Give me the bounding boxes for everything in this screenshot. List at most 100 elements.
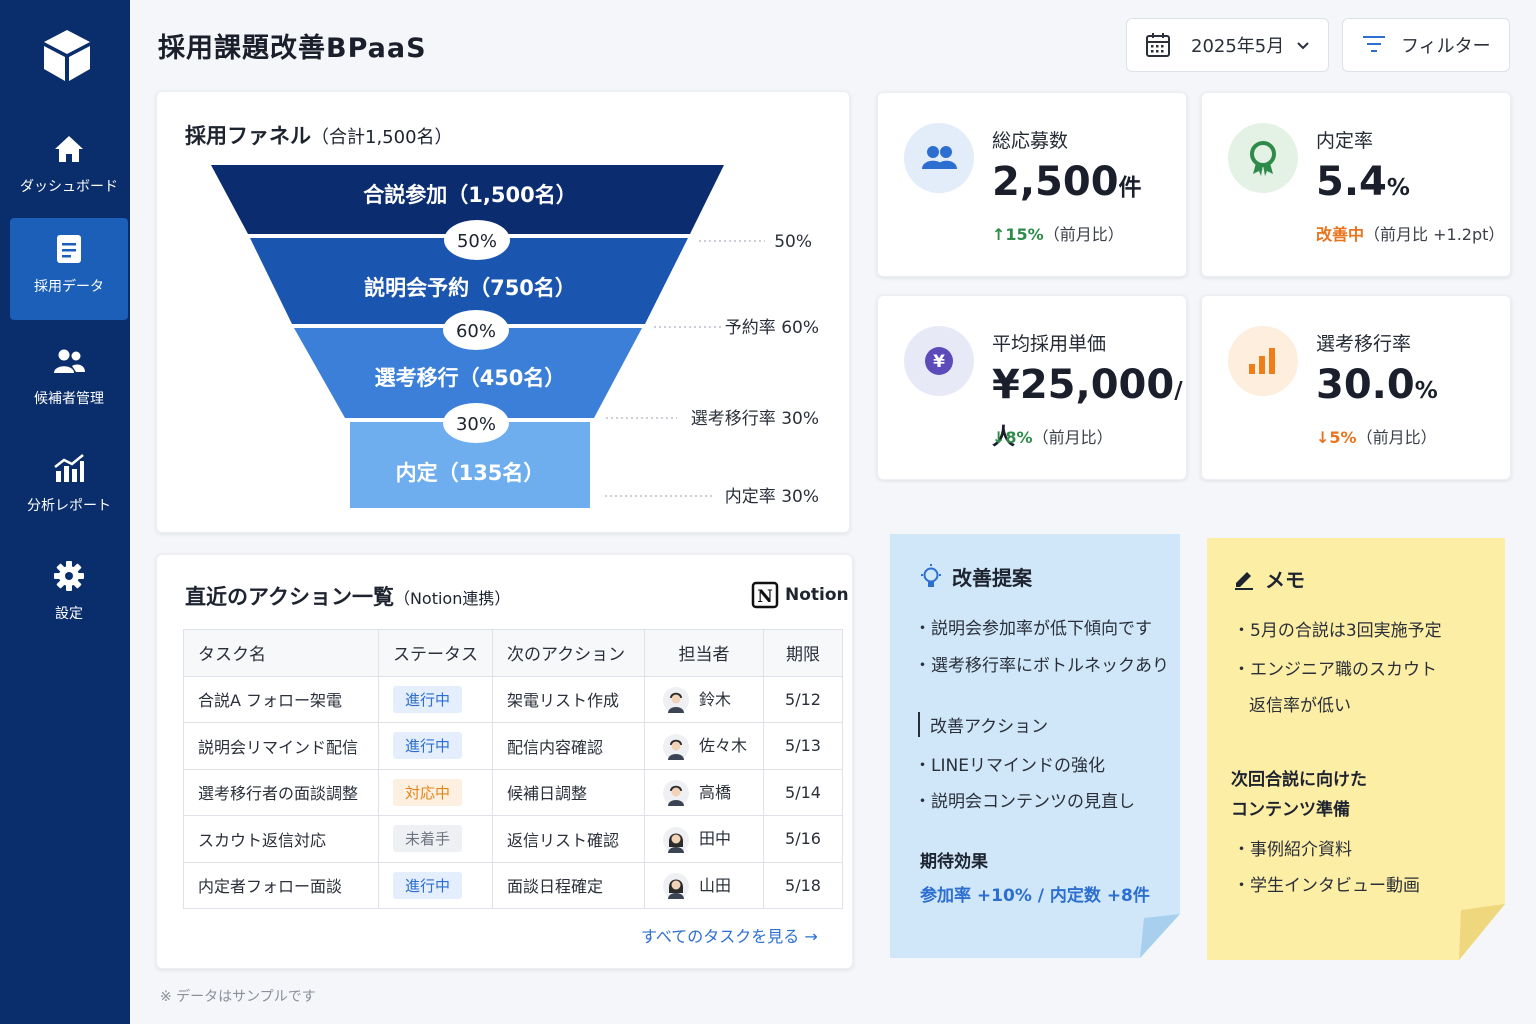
memo-line: ・エンジニア職のスカウト: [1233, 660, 1437, 680]
conversion-bubble-text: 50%: [457, 231, 497, 252]
users-icon: [54, 349, 85, 373]
see-all-tasks-link[interactable]: すべてのタスクを見る →: [641, 923, 818, 947]
due-date: 5/18: [763, 861, 843, 909]
sidebar-item-label: ダッシュボード: [20, 179, 118, 195]
month-selector[interactable]: 2025年5月: [1126, 18, 1329, 72]
calendar-icon: [1146, 33, 1170, 57]
stat-change: ↓5%（前月比）: [1316, 428, 1437, 447]
status-cell: 進行中: [378, 861, 493, 909]
memo-title: メモ: [1233, 564, 1305, 593]
sidebar-item-label: 設定: [55, 606, 83, 622]
funnel-stage-label: 選考移行（450名）: [375, 366, 566, 390]
owner-name: 田中: [699, 829, 732, 848]
funnel-stage-label: 説明会予約（750名）: [364, 276, 576, 300]
status-badge: 未着手: [393, 825, 463, 853]
table-row[interactable]: 内定者フォロー面談 進行中 面談日程確定 山田 5/18: [183, 861, 843, 909]
funnel-stage-label: 合説参加（1,500名）: [363, 183, 576, 207]
proposal-title: 改善提案: [918, 562, 1032, 591]
stat-card-offer-rate: 内定率 5.4% 改善中（前月比 +1.2pt）: [1201, 92, 1511, 277]
notion-icon: N: [751, 581, 779, 609]
column-header: ステータス: [378, 629, 493, 677]
owner-cell: 高橋: [644, 768, 764, 816]
stat-card-cost-per-hire: ¥ 平均採用単価 ¥25,000/人 ↓8%（前月比）: [877, 295, 1187, 480]
sidebar-item-label: 候補者管理: [34, 391, 104, 407]
lightbulb-icon: [921, 563, 941, 587]
sidebar-item-reports[interactable]: 分析レポート: [10, 437, 128, 539]
conversion-bubble-text: 30%: [456, 414, 496, 435]
table-row[interactable]: スカウト返信対応 未着手 返信リスト確認 田中 5/16: [183, 815, 843, 863]
avatar-icon: [663, 687, 689, 713]
memo-heading: コンテンツ準備: [1231, 800, 1350, 820]
expected-effect: 参加率 +10% / 内定数 +8件: [920, 886, 1150, 906]
stat-label: 選考移行率: [1316, 333, 1412, 355]
column-header: 次のアクション: [492, 629, 645, 677]
sidebar-item-candidates[interactable]: 候補者管理: [10, 330, 128, 432]
stat-card-selection-rate: 選考移行率 30.0% ↓5%（前月比）: [1201, 295, 1511, 480]
proposal-point: ・選考移行率にボトルネックあり: [914, 656, 1169, 676]
proposal-point: ・説明会参加率が低下傾向です: [914, 619, 1152, 639]
filter-label: フィルター: [1401, 36, 1491, 57]
next-action: 候補日調整: [492, 768, 645, 816]
page-fold: [1459, 904, 1505, 960]
funnel-side-label: 予約率 60%: [725, 318, 819, 338]
task-name: 内定者フォロー面談: [183, 861, 379, 909]
next-action: 架電リスト作成: [492, 675, 645, 723]
sidebar: ダッシュボード 採用データ 候補者管理 分析レポート 設定: [0, 0, 130, 1024]
due-date: 5/13: [763, 722, 843, 770]
svg-text:N: N: [757, 587, 773, 607]
column-header: タスク名: [183, 629, 379, 677]
sidebar-item-dashboard[interactable]: ダッシュボード: [10, 118, 128, 220]
stat-value: 2,500件: [992, 159, 1142, 205]
owner-cell: 佐々木: [644, 722, 764, 770]
due-date: 5/16: [763, 815, 843, 863]
funnel-side-label: 内定率 30%: [725, 487, 819, 507]
table-row[interactable]: 合説A フォロー架電 進行中 架電リスト作成 鈴木 5/12: [183, 675, 843, 723]
status-badge: 進行中: [393, 732, 463, 760]
memo-line: ・5月の合説は3回実施予定: [1233, 621, 1442, 641]
svg-text:¥: ¥: [933, 352, 945, 372]
stat-label: 内定率: [1316, 130, 1374, 152]
next-action: 返信リスト確認: [492, 815, 645, 863]
bar-chart-icon: [1228, 326, 1298, 396]
award-icon: [1228, 123, 1298, 193]
table-row[interactable]: 説明会リマインド配信 進行中 配信内容確認 佐々木 5/13: [183, 722, 843, 770]
status-cell: 進行中: [378, 722, 493, 770]
status-badge: 進行中: [393, 871, 463, 899]
action-heading: 改善アクション: [918, 712, 1048, 737]
funnel-side-label: 選考移行率 30%: [691, 409, 819, 429]
pencil-icon: [1235, 571, 1253, 590]
funnel-stage-label: 内定（135名）: [396, 461, 545, 485]
actions-card: 直近のアクション一覧（Notion連携） N Notion タスク名 ステータス…: [156, 554, 853, 969]
memo-note: メモ ・5月の合説は3回実施予定 ・エンジニア職のスカウト 返信率が低い 次回合…: [1207, 538, 1505, 960]
avatar-icon: [663, 733, 689, 760]
home-icon: [55, 136, 83, 162]
filter-button[interactable]: フィルター: [1342, 18, 1510, 72]
stat-card-applications: 総応募数 2,500件 ↑15%（前月比）: [877, 92, 1187, 277]
document-icon: [57, 235, 81, 263]
owner-name: 佐々木: [699, 736, 748, 755]
sample-data-note: ※ データはサンプルです: [160, 989, 316, 1005]
sidebar-item-recruit-data[interactable]: 採用データ: [10, 218, 128, 320]
memo-line: 返信率が低い: [1249, 696, 1351, 716]
actions-title: 直近のアクション一覧（Notion連携）: [185, 585, 511, 609]
owner-cell: 山田: [644, 861, 764, 909]
table-row[interactable]: 選考移行者の面談調整 対応中 候補日調整 高橋 5/14: [183, 768, 843, 816]
chart-icon: [54, 454, 84, 482]
sidebar-item-settings[interactable]: 設定: [10, 545, 128, 647]
owner-name: 鈴木: [699, 689, 732, 709]
status-badge: 進行中: [393, 685, 463, 713]
due-date: 5/14: [763, 768, 843, 816]
avatar-icon: [663, 873, 689, 899]
cube-logo-icon: [44, 30, 90, 81]
yen-icon: ¥: [904, 326, 974, 396]
due-date: 5/12: [763, 675, 843, 723]
notion-link[interactable]: N Notion: [751, 581, 849, 609]
stat-change: 改善中（前月比 +1.2pt）: [1316, 225, 1505, 244]
memo-item: ・事例紹介資料: [1233, 840, 1352, 860]
task-name: 説明会リマインド配信: [183, 722, 379, 770]
page-fold: [1140, 914, 1180, 958]
proposal-action: ・説明会コンテンツの見直し: [914, 792, 1135, 812]
owner-cell: 田中: [644, 815, 764, 863]
memo-heading: 次回合説に向けた: [1231, 770, 1367, 790]
month-value: 2025年5月: [1191, 36, 1285, 57]
